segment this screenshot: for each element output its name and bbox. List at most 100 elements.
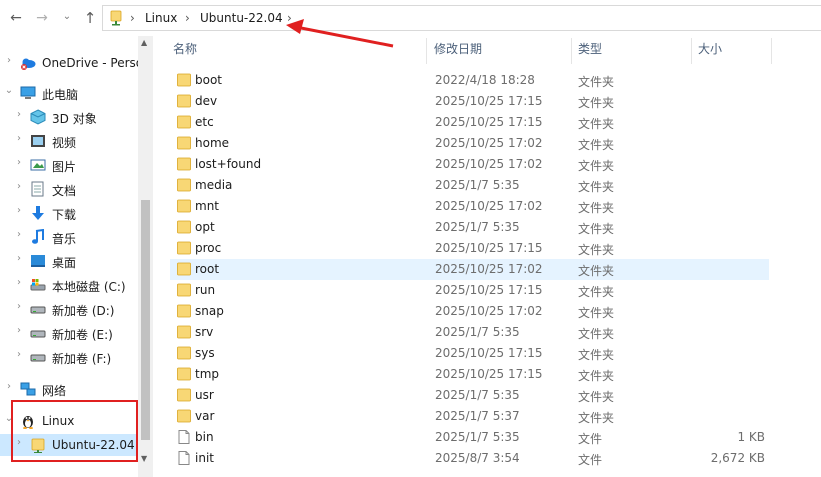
- column-divider[interactable]: [691, 38, 692, 64]
- folder-linux-icon: [110, 10, 122, 26]
- folder-icon: [177, 94, 191, 108]
- nav-item-图片[interactable]: › 图片: [0, 154, 138, 176]
- chevron-right-icon[interactable]: ›: [14, 205, 24, 216]
- file-date: 2025/10/25 17:02: [435, 304, 543, 318]
- breadcrumb-separator-icon[interactable]: ›: [185, 11, 190, 25]
- chevron-right-icon[interactable]: ›: [14, 325, 24, 336]
- file-row[interactable]: run 2025/10/25 17:15 文件夹: [170, 280, 769, 301]
- file-type: 文件夹: [578, 306, 615, 320]
- breadcrumb-separator-icon[interactable]: ›: [130, 11, 135, 25]
- file-row[interactable]: var 2025/1/7 5:37 文件夹: [170, 406, 769, 427]
- file-row[interactable]: lost+found 2025/10/25 17:02 文件夹: [170, 154, 769, 175]
- nav-item-音乐[interactable]: › 音乐: [0, 226, 138, 248]
- nav-item-文档[interactable]: › 文档: [0, 178, 138, 200]
- chevron-right-icon[interactable]: ›: [14, 133, 24, 144]
- nav-item-ubuntu-22-04[interactable]: › Ubuntu-22.04: [0, 434, 138, 456]
- chevron-right-icon[interactable]: ›: [14, 229, 24, 240]
- up-arrow-icon[interactable]: ↑: [82, 9, 98, 27]
- file-row[interactable]: boot 2022/4/18 18:28 文件夹: [170, 70, 769, 91]
- chevron-right-icon[interactable]: ›: [14, 181, 24, 192]
- nav-item-网络[interactable]: › 网络: [0, 378, 138, 400]
- nav-item-linux[interactable]: ⌄ Linux: [0, 410, 138, 432]
- nav-item-新加卷-e-[interactable]: › 新加卷 (E:): [0, 322, 138, 344]
- chevron-right-icon[interactable]: ›: [14, 277, 24, 288]
- nav-item-本地磁盘-c-[interactable]: › 本地磁盘 (C:): [0, 274, 138, 296]
- chevron-right-icon[interactable]: ›: [14, 301, 24, 312]
- nav-item-桌面[interactable]: › 桌面: [0, 250, 138, 272]
- address-bar[interactable]: › Linux › Ubuntu-22.04 ›: [102, 5, 821, 31]
- column-divider[interactable]: [426, 38, 427, 64]
- drive-icon: [30, 349, 46, 365]
- file-row[interactable]: proc 2025/10/25 17:15 文件夹: [170, 238, 769, 259]
- breadcrumb-ubuntu[interactable]: Ubuntu-22.04: [200, 11, 283, 25]
- file-row[interactable]: root 2025/10/25 17:02 文件夹: [170, 259, 769, 280]
- file-type: 文件夹: [578, 138, 615, 152]
- nav-item-此电脑[interactable]: ⌄ 此电脑: [0, 82, 138, 104]
- column-header-size[interactable]: 大小: [698, 40, 722, 62]
- file-row[interactable]: init 2025/8/7 3:54 文件 2,672 KB: [170, 448, 769, 469]
- file-name: usr: [195, 388, 214, 402]
- chevron-right-icon[interactable]: ›: [4, 381, 14, 392]
- file-row[interactable]: usr 2025/1/7 5:35 文件夹: [170, 385, 769, 406]
- chevron-right-icon[interactable]: ›: [14, 109, 24, 120]
- recent-locations-chevron-icon[interactable]: ⌄: [59, 8, 75, 26]
- file-row[interactable]: opt 2025/1/7 5:35 文件夹: [170, 217, 769, 238]
- scroll-up-icon[interactable]: ▲: [141, 38, 147, 47]
- folder-icon: [177, 283, 191, 297]
- chevron-right-icon[interactable]: ›: [14, 157, 24, 168]
- file-row[interactable]: etc 2025/10/25 17:15 文件夹: [170, 112, 769, 133]
- file-type: 文件: [578, 432, 603, 446]
- file-row[interactable]: srv 2025/1/7 5:35 文件夹: [170, 322, 769, 343]
- nav-item-视频[interactable]: › 视频: [0, 130, 138, 152]
- file-name: lost+found: [195, 157, 262, 171]
- forward-arrow-icon[interactable]: →: [34, 9, 50, 27]
- scrollbar-thumb[interactable]: [141, 200, 150, 440]
- address-toolbar: ← → ⌄ ↑ › Linux › Ubuntu-22.04 ›: [0, 0, 821, 36]
- file-date: 2025/10/25 17:02: [435, 157, 543, 171]
- column-divider[interactable]: [771, 38, 772, 64]
- chevron-down-icon[interactable]: ⌄: [4, 413, 14, 424]
- back-arrow-icon[interactable]: ←: [8, 9, 24, 27]
- nav-item-label: 文档: [52, 184, 77, 198]
- file-row[interactable]: sys 2025/10/25 17:15 文件夹: [170, 343, 769, 364]
- breadcrumb-separator-icon[interactable]: ›: [287, 11, 292, 25]
- scroll-down-icon[interactable]: ▼: [141, 454, 147, 463]
- chevron-right-icon[interactable]: ›: [14, 437, 24, 448]
- folder-icon: [177, 220, 191, 234]
- file-name: home: [195, 136, 230, 150]
- chevron-right-icon[interactable]: ›: [14, 253, 24, 264]
- file-row[interactable]: tmp 2025/10/25 17:15 文件夹: [170, 364, 769, 385]
- file-row[interactable]: home 2025/10/25 17:02 文件夹: [170, 133, 769, 154]
- nav-item-新加卷-d-[interactable]: › 新加卷 (D:): [0, 298, 138, 320]
- file-row[interactable]: media 2025/1/7 5:35 文件夹: [170, 175, 769, 196]
- column-divider[interactable]: [571, 38, 572, 64]
- breadcrumb-linux[interactable]: Linux: [145, 11, 177, 25]
- file-date: 2025/10/25 17:02: [435, 262, 543, 276]
- column-header-name[interactable]: 名称: [173, 40, 197, 62]
- nav-scrollbar[interactable]: ▲ ▼: [138, 36, 153, 477]
- file-row[interactable]: mnt 2025/10/25 17:02 文件夹: [170, 196, 769, 217]
- folder-icon: [177, 409, 191, 423]
- chevron-right-icon[interactable]: ›: [14, 349, 24, 360]
- file-type: 文件: [578, 453, 603, 467]
- nav-item-label: 网络: [42, 384, 67, 398]
- folder-icon: [177, 157, 191, 171]
- navigation-pane: › OneDrive - Perso ⌄ 此电脑 › 3D 对象 › 视频 › 图片 › 文档 › 下载 ›…: [0, 36, 153, 477]
- nav-item-下载[interactable]: › 下载: [0, 202, 138, 224]
- file-row[interactable]: snap 2025/10/25 17:02 文件夹: [170, 301, 769, 322]
- nav-item-新加卷-f-[interactable]: › 新加卷 (F:): [0, 346, 138, 368]
- file-row[interactable]: dev 2025/10/25 17:15 文件夹: [170, 91, 769, 112]
- chevron-down-icon[interactable]: ⌄: [4, 85, 14, 96]
- file-row[interactable]: bin 2025/1/7 5:35 文件 1 KB: [170, 427, 769, 448]
- nav-item-3d-对象[interactable]: › 3D 对象: [0, 106, 138, 128]
- folder-icon: [177, 388, 191, 402]
- column-header-date[interactable]: 修改日期: [434, 40, 482, 62]
- column-header-type[interactable]: 类型: [578, 40, 602, 62]
- drive-icon: [30, 301, 46, 317]
- chevron-right-icon[interactable]: ›: [4, 55, 14, 66]
- file-name: run: [195, 283, 216, 297]
- 3d-objects-icon: [30, 109, 46, 125]
- file-date: 2025/10/25 17:02: [435, 136, 543, 150]
- nav-item-onedrive-perso[interactable]: › OneDrive - Perso: [0, 52, 143, 74]
- file-date: 2025/10/25 17:15: [435, 283, 543, 297]
